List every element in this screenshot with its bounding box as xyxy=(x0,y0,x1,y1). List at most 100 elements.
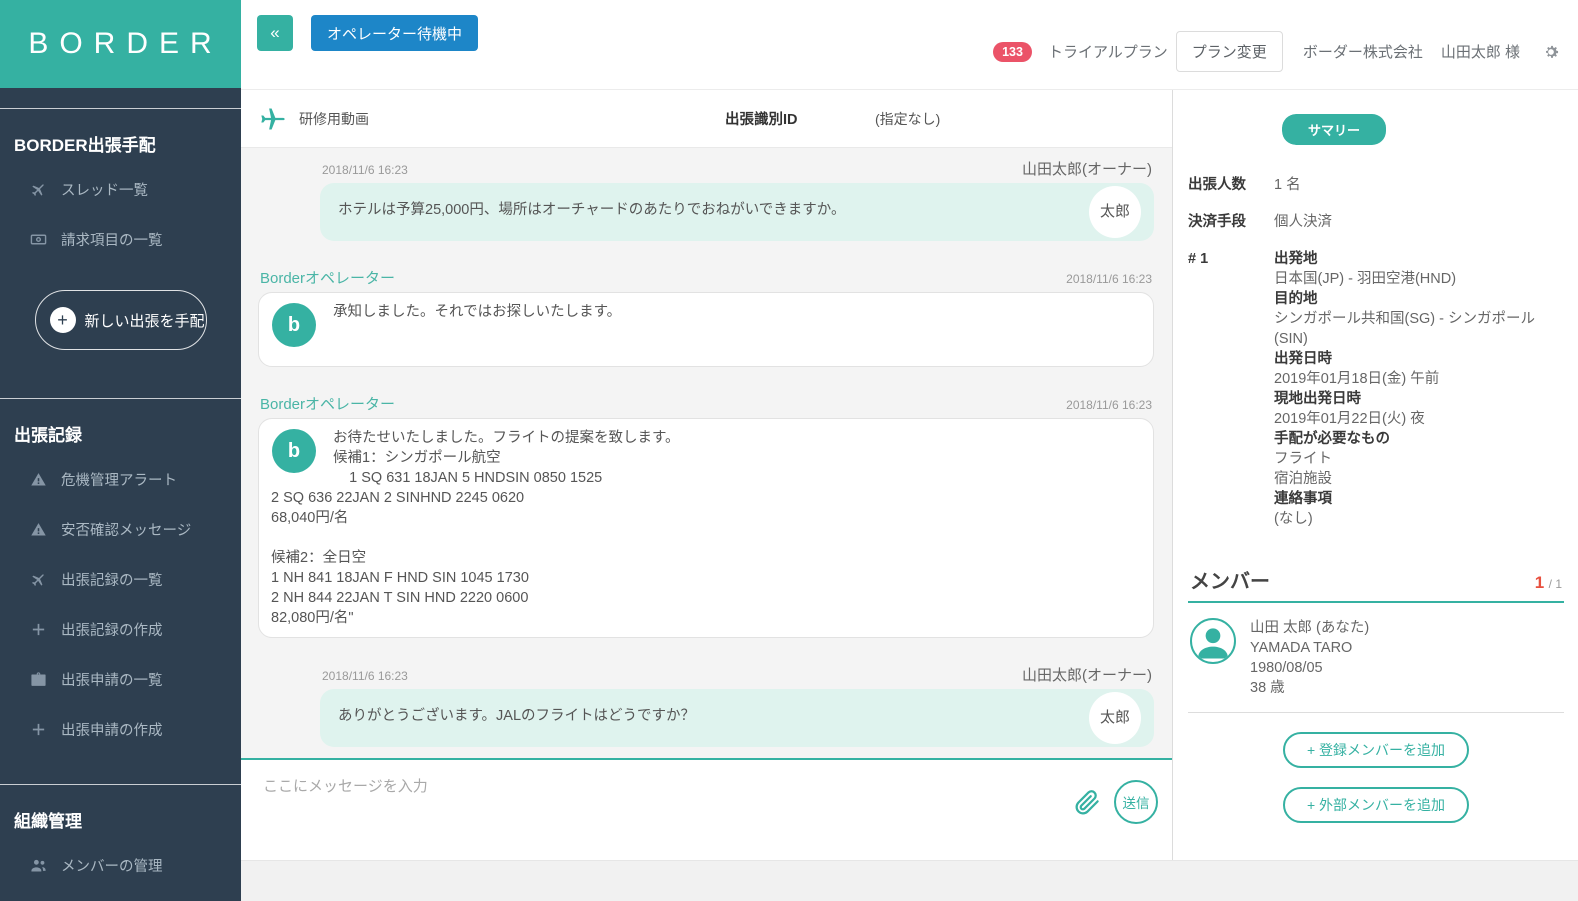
sidebar-item-member-management[interactable]: メンバーの管理 xyxy=(0,840,241,890)
chat-message-operator: Borderオペレーター 2018/11/6 16:23 bお待たせいたしました… xyxy=(258,393,1154,638)
message-bubble: ホテルは予算25,000円、場所はオーチャードのあたりでおねがいできますか。 太… xyxy=(320,183,1154,241)
operator-status-button[interactable]: オペレーター待機中 xyxy=(311,15,478,51)
sidebar-section-trip-records: 出張記録 危機管理アラート 安否確認メッセージ 出張記録の一覧 出張記録の作成 … xyxy=(0,399,241,754)
message-bubble: bお待たせいたしました。フライトの提案を致します。 候補1：シンガポール航空 1… xyxy=(258,418,1154,638)
summary-field-payment: 決済手段 個人決済 xyxy=(1188,212,1564,232)
sidebar-item-label: 出張記録の作成 xyxy=(61,619,163,640)
add-registered-member-button[interactable]: + 登録メンバーを追加 xyxy=(1283,732,1469,768)
chat-message-list[interactable]: 2018/11/6 16:23 山田太郎(オーナー) ホテルは予算25,000円… xyxy=(241,148,1172,758)
message-timestamp: 2018/11/6 16:23 xyxy=(1066,272,1152,286)
detail-label: 連絡事項 xyxy=(1274,489,1564,509)
send-button[interactable]: 送信 xyxy=(1114,780,1158,824)
plane-icon xyxy=(26,177,50,201)
detail-value: 2019年01月22日(火) 夜 xyxy=(1274,409,1564,429)
tab-attachments[interactable]: 添付資料 xyxy=(1374,114,1470,145)
border-logo: BORDER xyxy=(0,0,241,88)
paperclip-icon xyxy=(1072,787,1102,817)
sidebar-item-thread-list[interactable]: スレッド一覧 xyxy=(0,164,241,214)
sidebar-section-trip-booking: BORDER出張手配 スレッド一覧 請求項目の一覧 + 新しい出張を手配 xyxy=(0,109,241,350)
trip-id-value: (指定なし) xyxy=(875,109,940,129)
users-icon xyxy=(30,857,47,874)
main-area: « オペレーター待機中 133 トライアルプラン プラン変更 ボーダー株式会社 … xyxy=(241,0,1578,901)
chat-panel: 研修用動画 出張識別ID (指定なし) 2018/11/6 16:23 山田太郎… xyxy=(241,90,1173,860)
member-name: 山田 太郎 (あなた) xyxy=(1250,618,1369,638)
app-window: BORDER BORDER出張手配 スレッド一覧 請求項目の一覧 + 新しい出張… xyxy=(0,0,1578,901)
sidebar-item-label: 危機管理アラート xyxy=(61,469,177,490)
topbar: « オペレーター待機中 133 トライアルプラン プラン変更 ボーダー株式会社 … xyxy=(241,0,1578,90)
detail-label: 出発日時 xyxy=(1274,349,1564,369)
new-trip-button[interactable]: + 新しい出張を手配 xyxy=(35,290,207,350)
sidebar-item-safety-message[interactable]: 安否確認メッセージ xyxy=(0,504,241,554)
warning-icon xyxy=(30,521,47,538)
gear-icon[interactable] xyxy=(1542,43,1560,61)
notification-badge: 133 xyxy=(993,42,1032,62)
member-birthday: 1980/08/05 xyxy=(1250,658,1369,678)
field-value: 1 名 xyxy=(1274,175,1301,195)
member-name-roman: YAMADA TARO xyxy=(1250,638,1369,658)
trip-id-label: 出張識別ID xyxy=(725,108,798,129)
message-text: 承知しました。それではお探しいたします。 xyxy=(333,304,621,320)
plus-icon xyxy=(30,721,47,738)
message-timestamp: 2018/11/6 16:23 xyxy=(322,163,408,177)
message-timestamp: 2018/11/6 16:23 xyxy=(1066,398,1152,412)
message-sender: 山田太郎(オーナー) xyxy=(1022,158,1152,179)
avatar: 太郎 xyxy=(1089,692,1141,744)
sidebar-item-trip-request-create[interactable]: 出張申請の作成 xyxy=(0,704,241,754)
sidebar-item-label: スレッド一覧 xyxy=(61,179,148,200)
detail-value: 日本国(JP) - 羽田空港(HND) xyxy=(1274,269,1564,289)
summary-trip-1: # 1 出発地 日本国(JP) - 羽田空港(HND) 目的地 シンガポール共和… xyxy=(1188,249,1564,529)
field-label: 決済手段 xyxy=(1188,212,1260,232)
thread-title: 研修用動画 xyxy=(299,109,369,129)
collapse-sidebar-button[interactable]: « xyxy=(257,15,293,51)
sidebar-item-trip-request-list[interactable]: 出張申請の一覧 xyxy=(0,654,241,704)
chat-message-operator: Borderオペレーター 2018/11/6 16:23 b 承知しました。それで… xyxy=(258,267,1154,367)
message-sender: Borderオペレーター xyxy=(260,393,395,414)
chat-message-user: 2018/11/6 16:23 山田太郎(オーナー) ホテルは予算25,000円… xyxy=(320,158,1154,241)
tab-summary[interactable]: サマリー xyxy=(1282,114,1386,145)
chat-input-bar: 送信 xyxy=(241,758,1172,860)
add-external-member-button[interactable]: + 外部メンバーを追加 xyxy=(1283,787,1469,823)
sidebar-section-title: 出張記録 xyxy=(0,421,241,454)
sidebar-item-trip-record-create[interactable]: 出張記録の作成 xyxy=(0,604,241,654)
sidebar-item-label: 安否確認メッセージ xyxy=(61,519,191,540)
sidebar-item-risk-alert[interactable]: 危機管理アラート xyxy=(0,454,241,504)
content-row: 研修用動画 出張識別ID (指定なし) 2018/11/6 16:23 山田太郎… xyxy=(241,90,1578,860)
summary-tabs: サマリー 添付資料 xyxy=(1282,114,1470,145)
plus-icon: + xyxy=(50,307,76,333)
plan-change-button[interactable]: プラン変更 xyxy=(1176,31,1283,72)
sidebar-item-billing-list[interactable]: 請求項目の一覧 xyxy=(0,214,241,264)
detail-label: 現地出発日時 xyxy=(1274,389,1564,409)
sidebar-item-trip-record-list[interactable]: 出張記録の一覧 xyxy=(0,554,241,604)
message-timestamp: 2018/11/6 16:23 xyxy=(322,669,408,683)
person-icon xyxy=(1190,618,1236,664)
topbar-right: 133 トライアルプラン プラン変更 ボーダー株式会社 山田太郎 様 xyxy=(993,31,1560,72)
field-label: 出張人数 xyxy=(1188,175,1260,195)
member-age: 38 歳 xyxy=(1250,678,1369,698)
sidebar-section-title: 組織管理 xyxy=(0,807,241,840)
detail-value: フライト 宿泊施設 xyxy=(1274,449,1564,489)
company-name: ボーダー株式会社 xyxy=(1303,41,1423,62)
detail-label: 出発地 xyxy=(1274,249,1564,269)
bottom-strip xyxy=(241,860,1578,901)
message-sender: Borderオペレーター xyxy=(260,267,395,288)
detail-value: 2019年01月18日(金) 午前 xyxy=(1274,369,1564,389)
detail-label: 目的地 xyxy=(1274,289,1564,309)
sidebar-item-label: メンバーの管理 xyxy=(61,855,163,876)
sidebar-item-label: 出張記録の一覧 xyxy=(61,569,163,590)
members-count-current: 1 xyxy=(1535,573,1544,592)
plan-name: トライアルプラン xyxy=(1048,41,1168,62)
message-sender: 山田太郎(オーナー) xyxy=(1022,664,1152,685)
detail-value: シンガポール共和国(SG) - シンガポール(SIN) xyxy=(1274,309,1564,349)
warning-icon xyxy=(30,471,47,488)
detail-label: 手配が必要なもの xyxy=(1274,429,1564,449)
banknote-icon xyxy=(30,231,47,248)
sidebar-item-label: 出張申請の一覧 xyxy=(61,669,163,690)
chat-header: 研修用動画 出張識別ID (指定なし) xyxy=(241,90,1172,148)
message-text: ありがとうございます。JALのフライトはどうですか？ xyxy=(338,708,695,724)
message-input[interactable] xyxy=(241,760,1011,838)
user-name[interactable]: 山田太郎 様 xyxy=(1441,41,1520,62)
avatar: b xyxy=(272,429,316,473)
briefcase-icon xyxy=(30,671,47,688)
avatar: b xyxy=(272,303,316,347)
attach-file-button[interactable] xyxy=(1072,785,1106,819)
